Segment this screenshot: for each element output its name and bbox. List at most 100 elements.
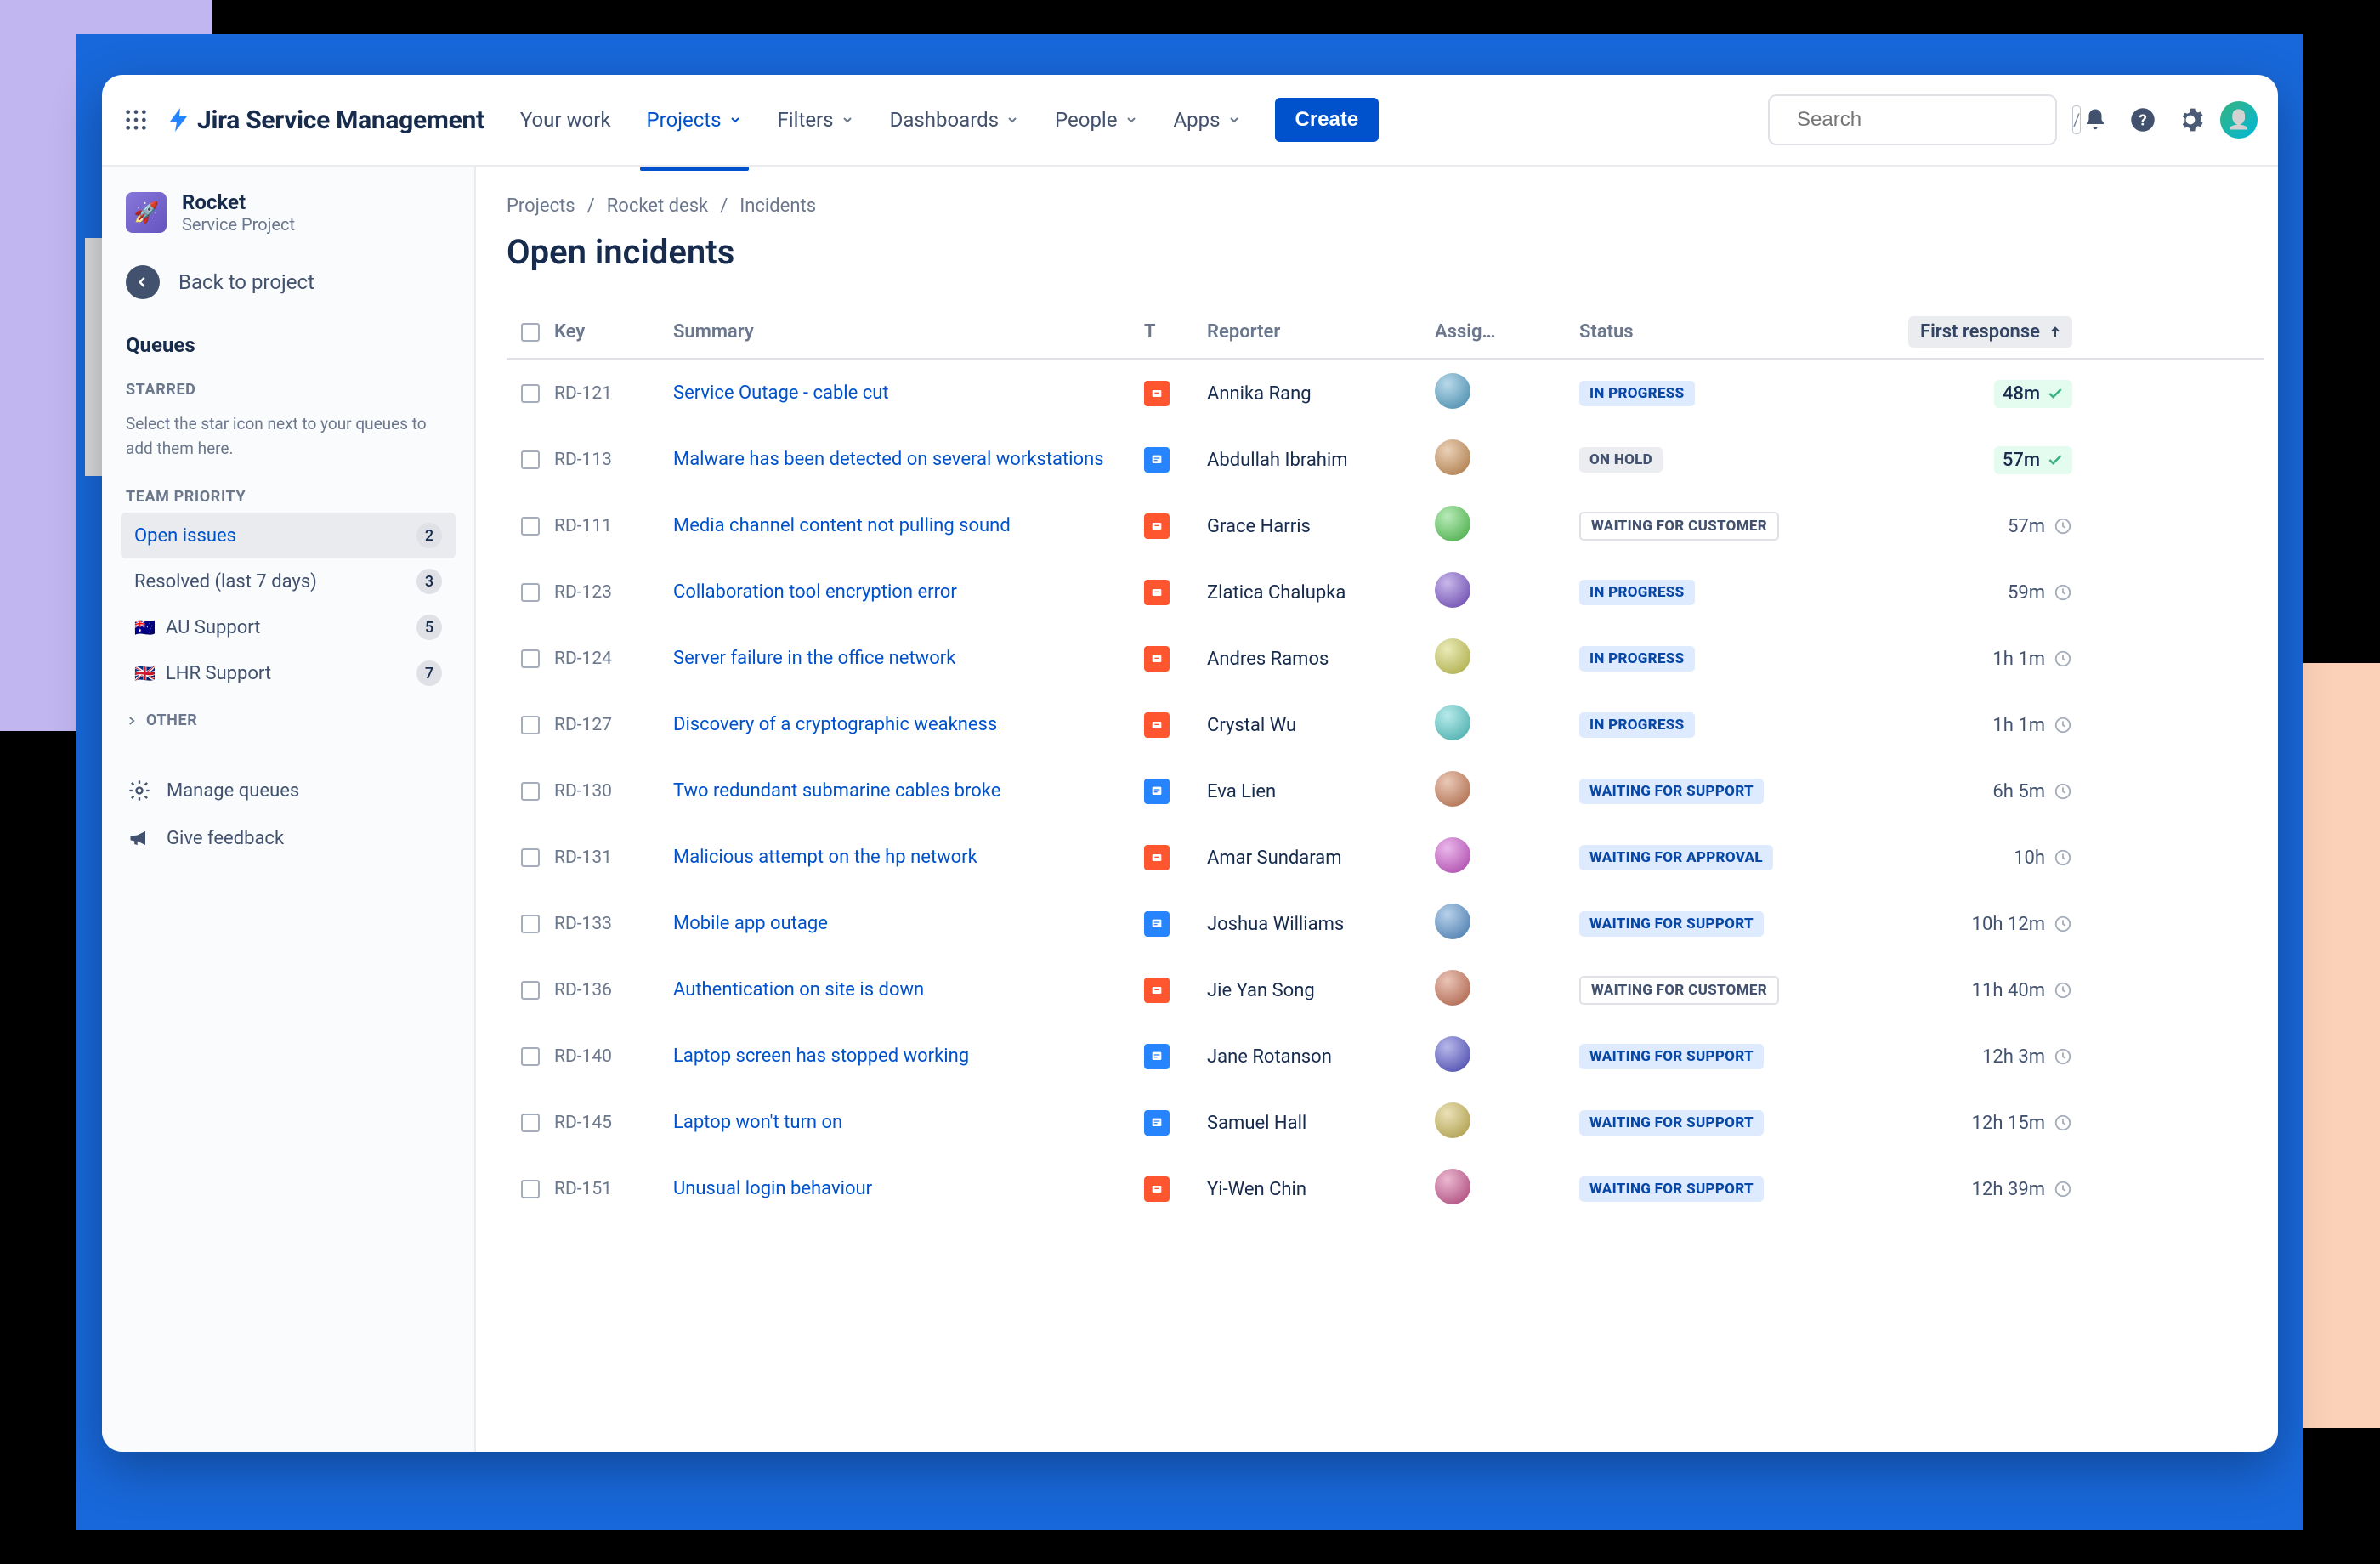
row-checkbox[interactable] xyxy=(521,915,540,933)
nav-filters[interactable]: Filters xyxy=(762,99,870,140)
clock-icon xyxy=(2054,782,2072,801)
select-all-checkbox[interactable] xyxy=(521,323,540,342)
back-to-project[interactable]: Back to project xyxy=(102,252,474,313)
assignee-avatar[interactable] xyxy=(1435,837,1470,873)
assignee-avatar[interactable] xyxy=(1435,1102,1470,1138)
search-input[interactable] xyxy=(1797,108,2060,132)
issue-summary[interactable]: Authentication on site is down xyxy=(673,978,1144,1003)
issue-summary[interactable]: Laptop won't turn on xyxy=(673,1110,1144,1136)
issue-summary[interactable]: Mobile app outage xyxy=(673,911,1144,937)
issue-key[interactable]: RD-111 xyxy=(554,516,673,536)
issue-summary[interactable]: Malware has been detected on several wor… xyxy=(673,447,1144,473)
assignee-avatar[interactable] xyxy=(1435,705,1470,740)
nav-people[interactable]: People xyxy=(1040,99,1153,140)
status-badge: WAITING FOR CUSTOMER xyxy=(1579,512,1779,541)
row-checkbox[interactable] xyxy=(521,981,540,1000)
row-checkbox[interactable] xyxy=(521,848,540,867)
help-icon[interactable]: ? xyxy=(2125,102,2161,138)
row-checkbox[interactable] xyxy=(521,649,540,668)
product-logo[interactable]: Jira Service Management xyxy=(165,105,484,135)
nav-your-work[interactable]: Your work xyxy=(505,99,626,140)
issue-key[interactable]: RD-127 xyxy=(554,715,673,735)
queue-lhr-support[interactable]: 🇬🇧LHR Support7 xyxy=(121,650,456,696)
assignee-avatar[interactable] xyxy=(1435,506,1470,541)
col-assignee[interactable]: Assig… xyxy=(1435,321,1579,343)
reporter-name: Andres Ramos xyxy=(1207,649,1435,670)
col-reporter[interactable]: Reporter xyxy=(1207,321,1435,343)
issue-key[interactable]: RD-123 xyxy=(554,582,673,603)
issue-summary[interactable]: Two redundant submarine cables broke xyxy=(673,779,1144,804)
assignee-avatar[interactable] xyxy=(1435,373,1470,409)
response-time: 6h 5m xyxy=(1992,781,2045,802)
starred-hint: Select the star icon next to your queues… xyxy=(121,405,456,473)
row-checkbox[interactable] xyxy=(521,583,540,602)
issue-key[interactable]: RD-131 xyxy=(554,847,673,868)
team-priority-label: TEAM PRIORITY xyxy=(121,473,456,513)
settings-icon[interactable] xyxy=(2173,102,2208,138)
nav-dashboards[interactable]: Dashboards xyxy=(875,99,1034,140)
issue-key[interactable]: RD-136 xyxy=(554,980,673,1000)
product-name: Jira Service Management xyxy=(197,105,484,135)
assignee-avatar[interactable] xyxy=(1435,439,1470,475)
give-feedback[interactable]: Give feedback xyxy=(121,814,456,862)
row-checkbox[interactable] xyxy=(521,1114,540,1132)
queue-open-issues[interactable]: Open issues2 xyxy=(121,513,456,558)
project-header[interactable]: 🚀 Rocket Service Project xyxy=(102,190,474,252)
issue-key[interactable]: RD-113 xyxy=(554,450,673,470)
row-checkbox[interactable] xyxy=(521,384,540,403)
project-subtitle: Service Project xyxy=(182,214,295,235)
issue-summary[interactable]: Server failure in the office network xyxy=(673,646,1144,672)
issue-summary[interactable]: Service Outage - cable cut xyxy=(673,381,1144,406)
response-time: 12h 39m xyxy=(1972,1179,2045,1200)
other-section-toggle[interactable]: OTHER xyxy=(121,696,456,745)
issue-summary[interactable]: Malicious attempt on the hp network xyxy=(673,845,1144,870)
nav-apps[interactable]: Apps xyxy=(1159,99,1256,140)
clock-icon xyxy=(2054,517,2072,536)
create-button[interactable]: Create xyxy=(1275,98,1380,142)
breadcrumb-item[interactable]: Incidents xyxy=(740,196,816,217)
row-checkbox[interactable] xyxy=(521,517,540,536)
breadcrumb-item[interactable]: Projects xyxy=(507,196,575,217)
issue-summary[interactable]: Laptop screen has stopped working xyxy=(673,1044,1144,1069)
issue-key[interactable]: RD-145 xyxy=(554,1113,673,1133)
row-checkbox[interactable] xyxy=(521,782,540,801)
issue-key[interactable]: RD-140 xyxy=(554,1046,673,1067)
profile-avatar[interactable] xyxy=(2220,101,2258,139)
issue-summary[interactable]: Discovery of a cryptographic weakness xyxy=(673,712,1144,738)
issue-key[interactable]: RD-121 xyxy=(554,383,673,404)
assignee-avatar[interactable] xyxy=(1435,771,1470,807)
queue-count: 5 xyxy=(416,615,442,640)
col-key[interactable]: Key xyxy=(554,321,673,343)
issue-key[interactable]: RD-130 xyxy=(554,781,673,802)
row-checkbox[interactable] xyxy=(521,1180,540,1198)
assignee-avatar[interactable] xyxy=(1435,970,1470,1006)
nav-projects[interactable]: Projects xyxy=(632,99,757,140)
issue-key[interactable]: RD-124 xyxy=(554,649,673,669)
notifications-icon[interactable] xyxy=(2077,102,2113,138)
issue-key[interactable]: RD-151 xyxy=(554,1179,673,1199)
table-row: RD-151 Unusual login behaviour Yi-Wen Ch… xyxy=(507,1156,2264,1222)
issue-key[interactable]: RD-133 xyxy=(554,914,673,934)
response-time: 1h 1m xyxy=(1992,715,2045,736)
search-box[interactable]: / xyxy=(1768,94,2057,145)
row-checkbox[interactable] xyxy=(521,716,540,734)
app-switcher-icon[interactable] xyxy=(117,101,155,139)
col-type[interactable]: T xyxy=(1144,321,1207,343)
queue-resolved-last-7-days-[interactable]: Resolved (last 7 days)3 xyxy=(121,558,456,604)
issue-summary[interactable]: Media channel content not pulling sound xyxy=(673,513,1144,539)
assignee-avatar[interactable] xyxy=(1435,1036,1470,1072)
col-first-response[interactable]: First response xyxy=(1860,316,2072,348)
issue-summary[interactable]: Unusual login behaviour xyxy=(673,1176,1144,1202)
issue-summary[interactable]: Collaboration tool encryption error xyxy=(673,580,1144,605)
assignee-avatar[interactable] xyxy=(1435,1169,1470,1204)
col-summary[interactable]: Summary xyxy=(673,321,1144,343)
manage-queues[interactable]: Manage queues xyxy=(121,767,456,814)
col-status[interactable]: Status xyxy=(1579,321,1860,343)
row-checkbox[interactable] xyxy=(521,450,540,469)
assignee-avatar[interactable] xyxy=(1435,904,1470,939)
breadcrumb-item[interactable]: Rocket desk xyxy=(607,196,708,217)
row-checkbox[interactable] xyxy=(521,1047,540,1066)
assignee-avatar[interactable] xyxy=(1435,638,1470,674)
assignee-avatar[interactable] xyxy=(1435,572,1470,608)
queue-au-support[interactable]: 🇦🇺AU Support5 xyxy=(121,604,456,650)
